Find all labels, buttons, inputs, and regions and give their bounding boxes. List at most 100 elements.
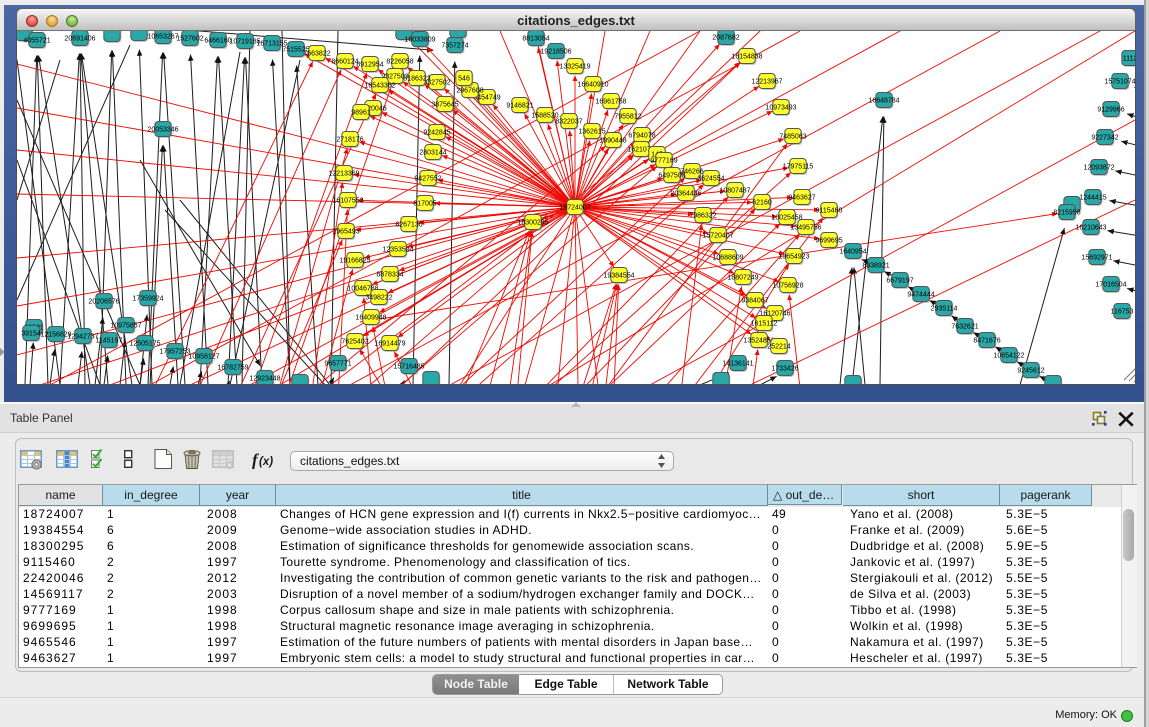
svg-text:2718176: 2718176 <box>336 136 363 143</box>
svg-text:16409948: 16409948 <box>355 314 386 321</box>
svg-text:7955812: 7955812 <box>614 113 641 120</box>
svg-text:9115460: 9115460 <box>816 207 843 214</box>
svg-text:3875645: 3875645 <box>431 101 458 108</box>
svg-text:8226058: 8226058 <box>386 58 413 65</box>
svg-text:9245612: 9245612 <box>1017 367 1044 374</box>
svg-text:12505175: 12505175 <box>129 340 160 347</box>
svg-text:12093872: 12093872 <box>1083 164 1114 171</box>
svg-text:8912954: 8912954 <box>356 61 383 68</box>
svg-text:9427552: 9427552 <box>414 175 441 182</box>
svg-text:9474444: 9474444 <box>907 291 934 298</box>
svg-text:1733426: 1733426 <box>771 365 798 372</box>
svg-text:10975857: 10975857 <box>110 322 141 329</box>
svg-text:1362615: 1362615 <box>578 128 605 135</box>
svg-text:817005: 817005 <box>413 200 436 207</box>
svg-text:18807249: 18807249 <box>727 274 758 281</box>
svg-text:7632621: 7632621 <box>951 323 978 330</box>
svg-text:12213369: 12213369 <box>328 170 359 177</box>
svg-text:19166825: 19166825 <box>339 257 370 264</box>
svg-text:546: 546 <box>458 75 470 82</box>
svg-text:10756928: 10756928 <box>772 282 803 289</box>
svg-text:6466160: 6466160 <box>204 37 231 44</box>
svg-text:6679197: 6679197 <box>886 277 913 284</box>
svg-text:15720407: 15720407 <box>702 232 733 239</box>
svg-text:116753: 116753 <box>1111 308 1134 315</box>
svg-text:9129966: 9129966 <box>1097 106 1124 113</box>
svg-text:19654923: 19654923 <box>778 253 809 260</box>
svg-text:2087682: 2087682 <box>712 34 739 41</box>
svg-text:16033809: 16033809 <box>404 36 435 43</box>
svg-text:7663822: 7663822 <box>303 50 330 57</box>
svg-text:16107553: 16107553 <box>332 197 363 204</box>
svg-text:13325419: 13325419 <box>559 63 590 70</box>
svg-text:9463627: 9463627 <box>788 194 815 201</box>
svg-text:7357274: 7357274 <box>441 42 468 49</box>
svg-text:18724007: 18724007 <box>559 204 590 211</box>
svg-text:17359924: 17359924 <box>132 295 163 302</box>
svg-text:12213967: 12213967 <box>751 78 782 85</box>
svg-text:17016504: 17016504 <box>1095 281 1126 288</box>
svg-text:1112: 1112 <box>1123 55 1135 62</box>
svg-text:8878334: 8878334 <box>376 271 403 278</box>
svg-text:10807487: 10807487 <box>719 187 750 194</box>
svg-text:8471676: 8471676 <box>973 337 1000 344</box>
svg-text:9699695: 9699695 <box>815 237 842 244</box>
svg-text:16543362: 16543362 <box>364 82 395 89</box>
svg-text:12942737: 12942737 <box>67 333 98 340</box>
svg-text:1145197: 1145197 <box>96 337 123 344</box>
svg-text:3624554: 3624554 <box>697 175 724 182</box>
svg-text:7986322: 7986322 <box>689 212 716 219</box>
svg-text:14136141: 14136141 <box>722 360 753 367</box>
svg-text:15751074: 15751074 <box>1104 78 1135 85</box>
svg-text:10653267: 10653267 <box>147 33 178 40</box>
svg-text:7485063: 7485063 <box>779 133 806 140</box>
svg-text:16210643: 16210643 <box>1075 224 1106 231</box>
svg-text:6794078: 6794078 <box>628 132 655 139</box>
svg-text:10688609: 10688609 <box>712 254 743 261</box>
svg-text:8938921: 8938921 <box>862 262 889 269</box>
svg-text:1615112: 1615112 <box>751 320 778 327</box>
svg-text:3498222: 3498222 <box>365 294 392 301</box>
svg-text:8660124: 8660124 <box>331 58 358 65</box>
svg-text:18300295: 18300295 <box>517 219 548 226</box>
svg-text:7625402: 7625402 <box>341 338 368 345</box>
svg-text:1527602: 1527602 <box>176 35 203 42</box>
svg-text:17957253: 17957253 <box>159 348 190 355</box>
svg-text:16914479: 16914479 <box>374 340 405 347</box>
svg-text:9242845: 9242845 <box>423 129 450 136</box>
svg-text:2935114: 2935114 <box>931 305 958 312</box>
svg-text:9146821: 9146821 <box>506 102 533 109</box>
svg-text:16961758: 16961758 <box>595 98 626 105</box>
svg-text:15716485: 15716485 <box>393 363 424 370</box>
svg-text:8322037: 8322037 <box>555 118 582 125</box>
svg-text:10973493: 10973493 <box>765 104 796 111</box>
svg-text:10958127: 10958127 <box>188 353 219 360</box>
svg-text:62160: 62160 <box>752 199 772 206</box>
svg-text:252214: 252214 <box>767 343 790 350</box>
svg-text:8813054: 8813054 <box>522 35 549 42</box>
svg-text:2967608: 2967608 <box>456 87 483 94</box>
svg-text:12353594: 12353594 <box>382 246 413 253</box>
svg-text:8215958: 8215958 <box>1053 209 1080 216</box>
svg-text:10025458: 10025458 <box>771 214 802 221</box>
svg-text:9657771: 9657771 <box>324 360 351 367</box>
svg-text:17975115: 17975115 <box>783 163 814 170</box>
svg-text:9384067: 9384067 <box>741 297 768 304</box>
svg-text:12923448: 12923448 <box>249 375 280 382</box>
svg-text:1640954: 1640954 <box>839 248 866 255</box>
svg-text:16154838: 16154838 <box>731 53 762 60</box>
svg-text:16640910: 16640910 <box>577 81 608 88</box>
svg-text:4055721: 4055721 <box>23 37 50 44</box>
svg-text:9227342: 9227342 <box>1091 134 1118 141</box>
svg-text:16648784: 16648784 <box>868 97 899 104</box>
svg-text:1990448: 1990448 <box>599 137 626 144</box>
svg-text:16782759: 16782759 <box>217 364 248 371</box>
svg-text:1244415: 1244415 <box>1079 194 1106 201</box>
svg-text:10654122: 10654122 <box>993 352 1024 359</box>
svg-text:39154: 39154 <box>21 330 41 337</box>
svg-text:19218506: 19218506 <box>540 48 571 55</box>
svg-text:(x): (x) <box>259 456 273 468</box>
svg-text:9777169: 9777169 <box>650 157 677 164</box>
svg-text:20691406: 20691406 <box>64 35 95 42</box>
svg-text:8267130: 8267130 <box>395 221 422 228</box>
